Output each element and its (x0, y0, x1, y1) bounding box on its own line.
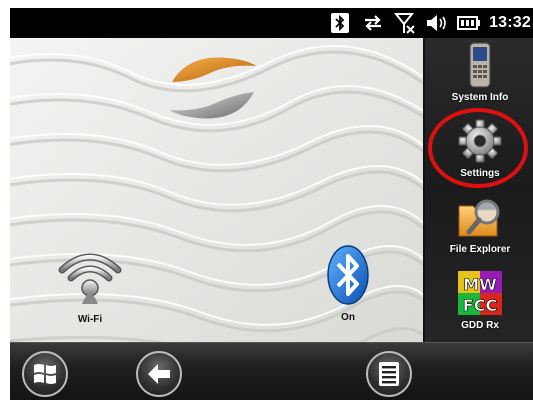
bluetooth-icon (327, 245, 369, 305)
status-bar: 13:32 (10, 8, 533, 38)
menu-icon (379, 362, 399, 386)
launcher-label: GDD Rx (461, 320, 499, 331)
sync-icon[interactable] (361, 8, 385, 38)
launcher-item-file-explorer[interactable]: File Explorer (425, 190, 533, 266)
device-icon (469, 42, 491, 88)
bottom-bar (10, 342, 533, 400)
screen: 13:32 Wi-Fi On System Info Settings File… (0, 0, 533, 400)
launcher-label: File Explorer (449, 244, 511, 255)
launcher-label: Settings (460, 168, 500, 179)
volume-icon[interactable] (425, 8, 449, 38)
launcher-panel: System Info Settings File Explorer MW FC… (423, 38, 533, 342)
start-button[interactable] (22, 351, 68, 397)
launcher-item-gdd-rx[interactable]: MW FCC GDD Rx (425, 266, 533, 342)
launcher-item-settings[interactable]: Settings (425, 114, 533, 190)
battery-icon[interactable] (457, 8, 481, 38)
back-button[interactable] (136, 351, 182, 397)
clock-time[interactable]: 13:32 (489, 14, 531, 32)
wifi-label: Wi-Fi (77, 314, 103, 325)
menu-button[interactable] (366, 351, 412, 397)
bluetooth-shortcut[interactable]: On (313, 244, 383, 323)
app-logo-icon: MW FCC (458, 271, 502, 315)
launcher-label: System Info (451, 92, 509, 103)
wifi-icon (58, 253, 122, 304)
svg-text:FCC: FCC (463, 296, 497, 315)
svg-text:MW: MW (463, 275, 497, 294)
bluetooth-status-label: On (341, 312, 355, 323)
start-icon (34, 364, 56, 384)
bluetooth-icon[interactable] (329, 8, 351, 38)
desktop-wallpaper: Wi-Fi On (10, 38, 423, 342)
wifi-shortcut[interactable]: Wi-Fi (50, 244, 130, 325)
gear-icon (458, 119, 502, 163)
no-signal-icon[interactable] (393, 8, 417, 38)
launcher-item-system-info[interactable]: System Info (425, 38, 533, 114)
back-icon (148, 364, 170, 384)
folder-search-icon (458, 199, 500, 237)
company-logo (168, 52, 258, 129)
